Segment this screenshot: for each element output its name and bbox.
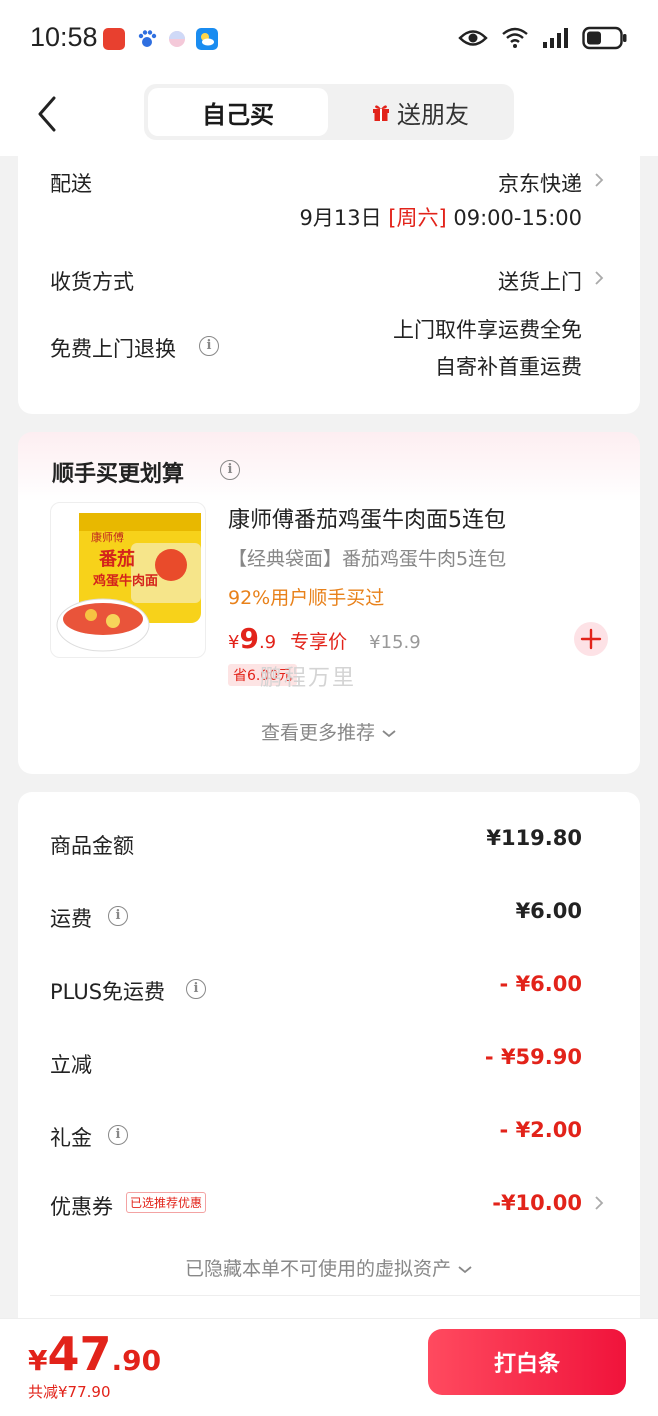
noodle-pack-image: 康师傅 番茄 鸡蛋牛肉面 bbox=[56, 513, 201, 652]
product-name[interactable]: 康师傅番茄鸡蛋牛肉面5连包 bbox=[228, 502, 506, 534]
gift-money-value: - ¥2.00 bbox=[499, 1118, 582, 1142]
app-notification-icon bbox=[103, 28, 125, 50]
pack-title-2: 鸡蛋牛肉面 bbox=[92, 573, 158, 589]
total-currency: ¥ bbox=[28, 1344, 48, 1377]
free-return-label: 免费上门退换 bbox=[50, 337, 176, 361]
info-icon[interactable]: i bbox=[186, 979, 206, 999]
freight-value: ¥6.00 bbox=[515, 899, 582, 923]
plus-free-shipping-label: PLUS免运费 bbox=[50, 980, 166, 1004]
hidden-assets-label: 已隐藏本单不可使用的虚拟资产 bbox=[184, 1258, 451, 1280]
order-summary-card: 商品金额 ¥119.80 运费 i ¥6.00 PLUS免运费 i - ¥6.0… bbox=[18, 792, 640, 1332]
pay-button-label: 打白条 bbox=[493, 1352, 560, 1377]
status-bar: 10:58 bbox=[0, 0, 658, 80]
delivery-weekday: [周六] bbox=[388, 206, 447, 230]
purchase-mode-switch: 自己买 送朋友 bbox=[144, 84, 514, 140]
plus-free-shipping-value: - ¥6.00 bbox=[499, 972, 582, 996]
info-icon[interactable]: i bbox=[108, 906, 128, 926]
gift-icon bbox=[373, 105, 389, 121]
product-desc: 【经典袋面】番茄鸡蛋牛肉5连包 bbox=[228, 548, 507, 570]
free-return-line1: 上门取件享运费全免 bbox=[393, 318, 582, 342]
addon-title: 顺手买更划算 bbox=[52, 462, 185, 487]
original-price: ¥15.9 bbox=[369, 632, 421, 653]
bought-rate: 92%用户顺手买过 bbox=[228, 587, 385, 609]
weather-app-icon bbox=[196, 28, 218, 50]
pack-brand: 康师傅 bbox=[91, 530, 124, 544]
coupon-badge: 已选推荐优惠 bbox=[126, 1192, 207, 1213]
chevron-right-icon bbox=[595, 1196, 604, 1210]
nav-bar: 自己买 送朋友 bbox=[0, 80, 658, 156]
goods-amount-value: ¥119.80 bbox=[486, 826, 582, 850]
addon-recommendation-card: 顺手买更划算 i 康师傅 番茄 鸡蛋牛肉面 康师傅番茄鸡蛋牛肉面5连包 【经典袋… bbox=[18, 432, 640, 774]
paw-app-icon bbox=[136, 28, 158, 50]
tab-buy-for-self[interactable]: 自己买 bbox=[148, 88, 328, 136]
total-decimal: .90 bbox=[111, 1344, 162, 1377]
freight-label: 运费 bbox=[50, 907, 92, 931]
instant-discount-value: - ¥59.90 bbox=[484, 1045, 582, 1069]
info-icon[interactable]: i bbox=[199, 336, 219, 356]
total-price: ¥ 47 .90 bbox=[28, 1327, 161, 1381]
free-return-line2: 自寄补首重运费 bbox=[435, 355, 582, 379]
price-decimal: .9 bbox=[258, 632, 277, 653]
delivery-time[interactable]: 9月13日 [周六] 09:00-15:00 bbox=[300, 202, 582, 232]
tab-buy-for-self-label: 自己买 bbox=[202, 100, 274, 129]
instant-discount-label: 立减 bbox=[50, 1053, 92, 1077]
signal-icon bbox=[543, 28, 568, 48]
tab-send-to-friend-label: 送朋友 bbox=[397, 100, 469, 129]
chevron-down-icon bbox=[382, 730, 396, 738]
delivery-card: 配送 京东快递 9月13日 [周六] 09:00-15:00 收货方式 送货上门… bbox=[18, 146, 640, 414]
chevron-right-icon bbox=[595, 271, 604, 285]
back-arrow-icon bbox=[38, 96, 56, 132]
info-icon[interactable]: i bbox=[108, 1125, 128, 1145]
pay-button[interactable]: 打白条 bbox=[428, 1329, 626, 1395]
pack-title-1: 番茄 bbox=[98, 548, 135, 570]
gift-money-label: 礼金 bbox=[50, 1126, 92, 1150]
goods-amount-label: 商品金额 bbox=[50, 834, 134, 858]
product-image[interactable]: 康师傅 番茄 鸡蛋牛肉面 bbox=[50, 502, 206, 658]
hidden-assets-toggle[interactable]: 已隐藏本单不可使用的虚拟资产 bbox=[18, 1254, 640, 1281]
eye-icon bbox=[458, 30, 488, 46]
back-button[interactable] bbox=[36, 94, 60, 134]
watermark: 鹏程万里 bbox=[260, 666, 357, 691]
status-icons bbox=[458, 26, 628, 50]
clock: 10:58 bbox=[30, 22, 98, 52]
delivery-label: 配送 bbox=[50, 172, 92, 196]
total-saved: 共减¥77.90 bbox=[28, 1383, 111, 1401]
wifi-icon bbox=[502, 27, 528, 48]
see-more-recommendations[interactable]: 查看更多推荐 bbox=[18, 718, 640, 745]
addon-price: ¥ 9 .9 专享价 ¥15.9 bbox=[228, 622, 421, 655]
price-integer: 9 bbox=[239, 622, 259, 655]
battery-icon bbox=[582, 26, 627, 50]
price-tag: 专享价 bbox=[290, 631, 348, 653]
delivery-time-range: 09:00-15:00 bbox=[453, 206, 582, 230]
price-currency: ¥ bbox=[228, 632, 240, 653]
coupon-value[interactable]: -¥10.00 bbox=[492, 1191, 582, 1215]
receive-method-value[interactable]: 送货上门 bbox=[498, 266, 582, 296]
ball-app-icon bbox=[166, 28, 188, 50]
checkout-bar: ¥ 47 .90 共减¥77.90 打白条 bbox=[0, 1318, 658, 1416]
add-to-cart-button[interactable] bbox=[574, 622, 608, 656]
receive-method-label: 收货方式 bbox=[50, 270, 134, 294]
see-more-label: 查看更多推荐 bbox=[260, 722, 375, 744]
delivery-date: 9月13日 bbox=[299, 206, 382, 230]
tab-send-to-friend[interactable]: 送朋友 bbox=[330, 88, 510, 136]
info-icon[interactable]: i bbox=[220, 460, 240, 480]
chevron-right-icon bbox=[595, 173, 604, 187]
divider bbox=[50, 1295, 640, 1296]
delivery-carrier[interactable]: 京东快递 bbox=[498, 168, 582, 198]
plus-icon bbox=[580, 628, 602, 650]
total-integer: 47 bbox=[47, 1327, 112, 1381]
chevron-down-icon bbox=[458, 1266, 472, 1274]
coupon-label: 优惠券 bbox=[50, 1195, 113, 1219]
